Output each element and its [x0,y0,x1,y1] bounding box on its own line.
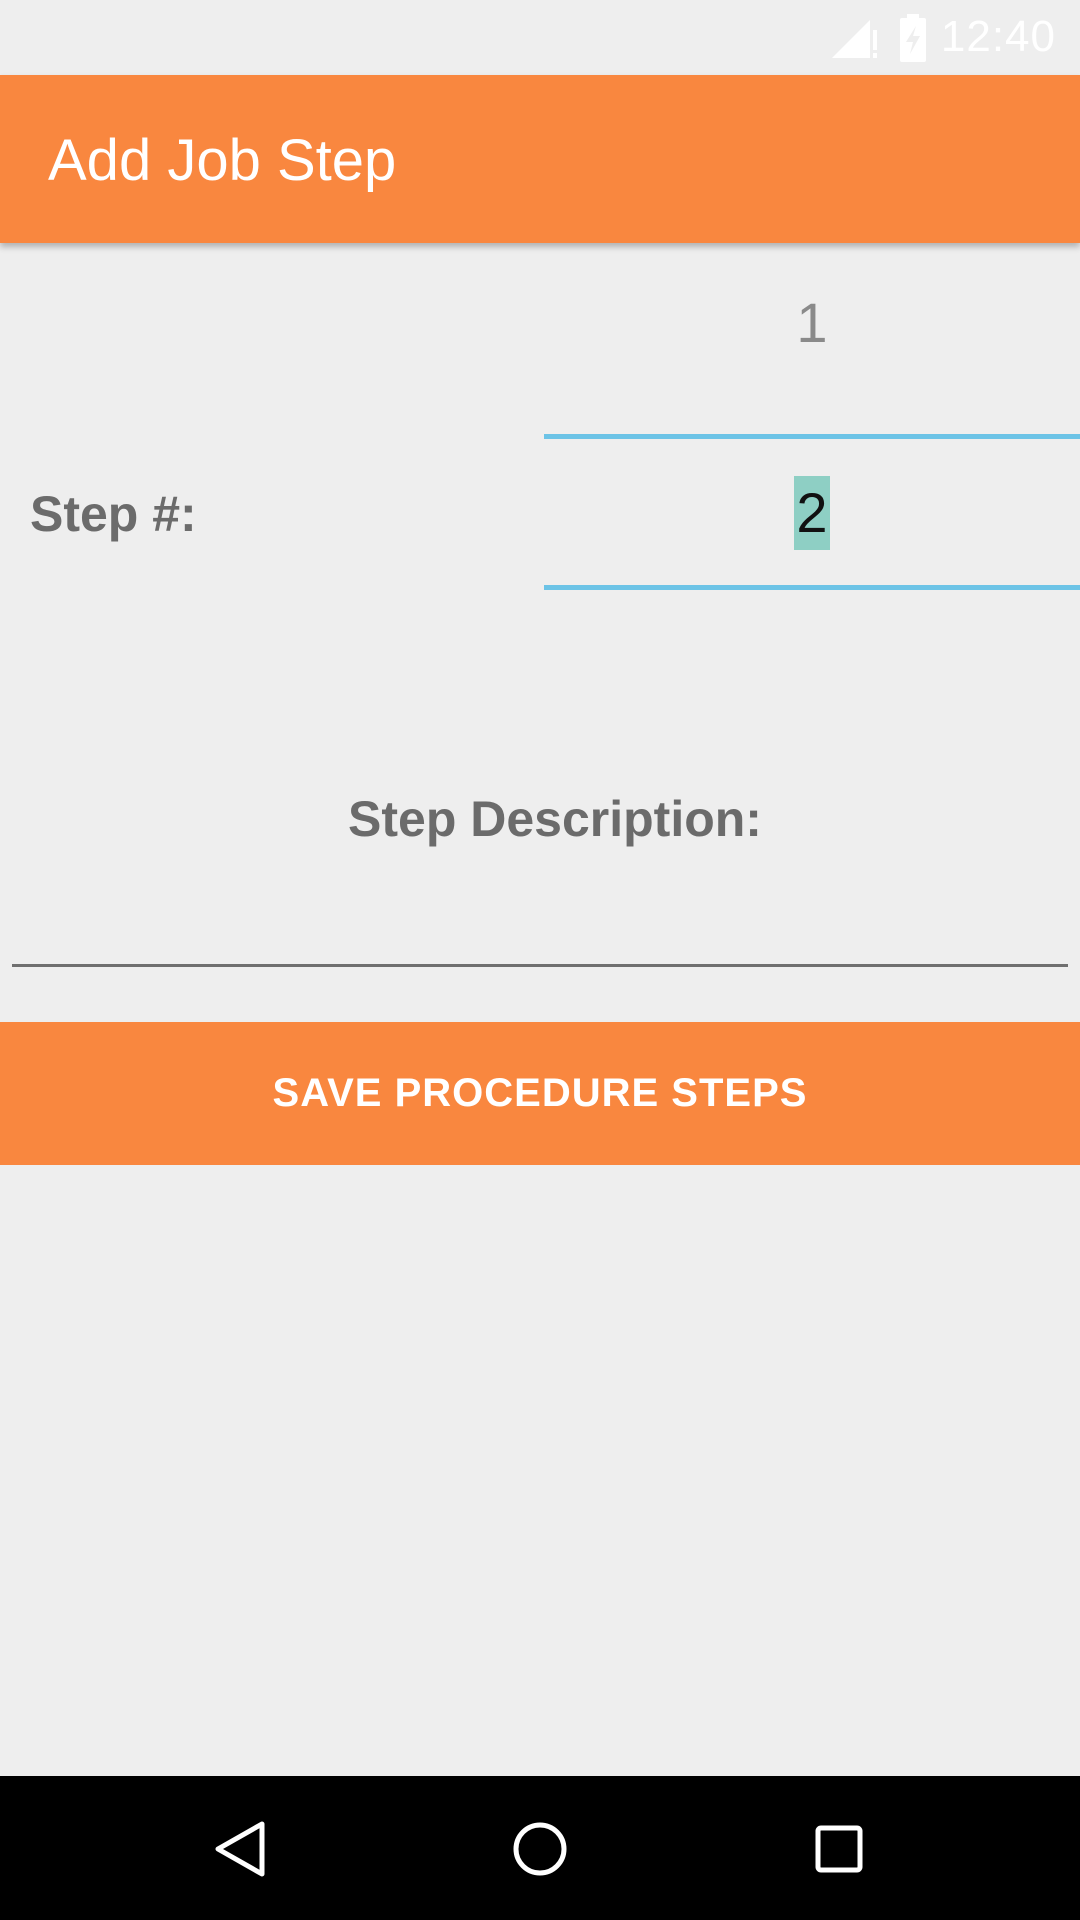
step-number-input[interactable]: 2 [794,476,830,550]
page-title: Add Job Step [48,128,397,193]
home-icon[interactable] [509,1818,571,1880]
app-bar: Add Job Step [0,75,1080,243]
picker-divider-top [544,434,1080,439]
picker-divider-bottom [544,585,1080,590]
back-icon[interactable] [210,1818,272,1880]
battery-charging-icon [898,14,928,67]
step-description-input[interactable] [12,964,1068,967]
signal-no-data-icon [830,18,880,65]
navigation-bar [0,1776,1080,1920]
status-bar: 12:40 [0,0,1080,75]
picker-previous-value[interactable]: 1 [544,290,1080,370]
step-description-label: Step Description: [348,791,762,847]
step-number-picker[interactable]: 2 [544,470,1080,558]
status-time: 12:40 [940,12,1056,61]
save-procedure-steps-button[interactable]: SAVE PROCEDURE STEPS [0,1022,1080,1165]
recents-icon[interactable] [808,1818,870,1880]
step-number-label: Step #: [30,486,197,542]
